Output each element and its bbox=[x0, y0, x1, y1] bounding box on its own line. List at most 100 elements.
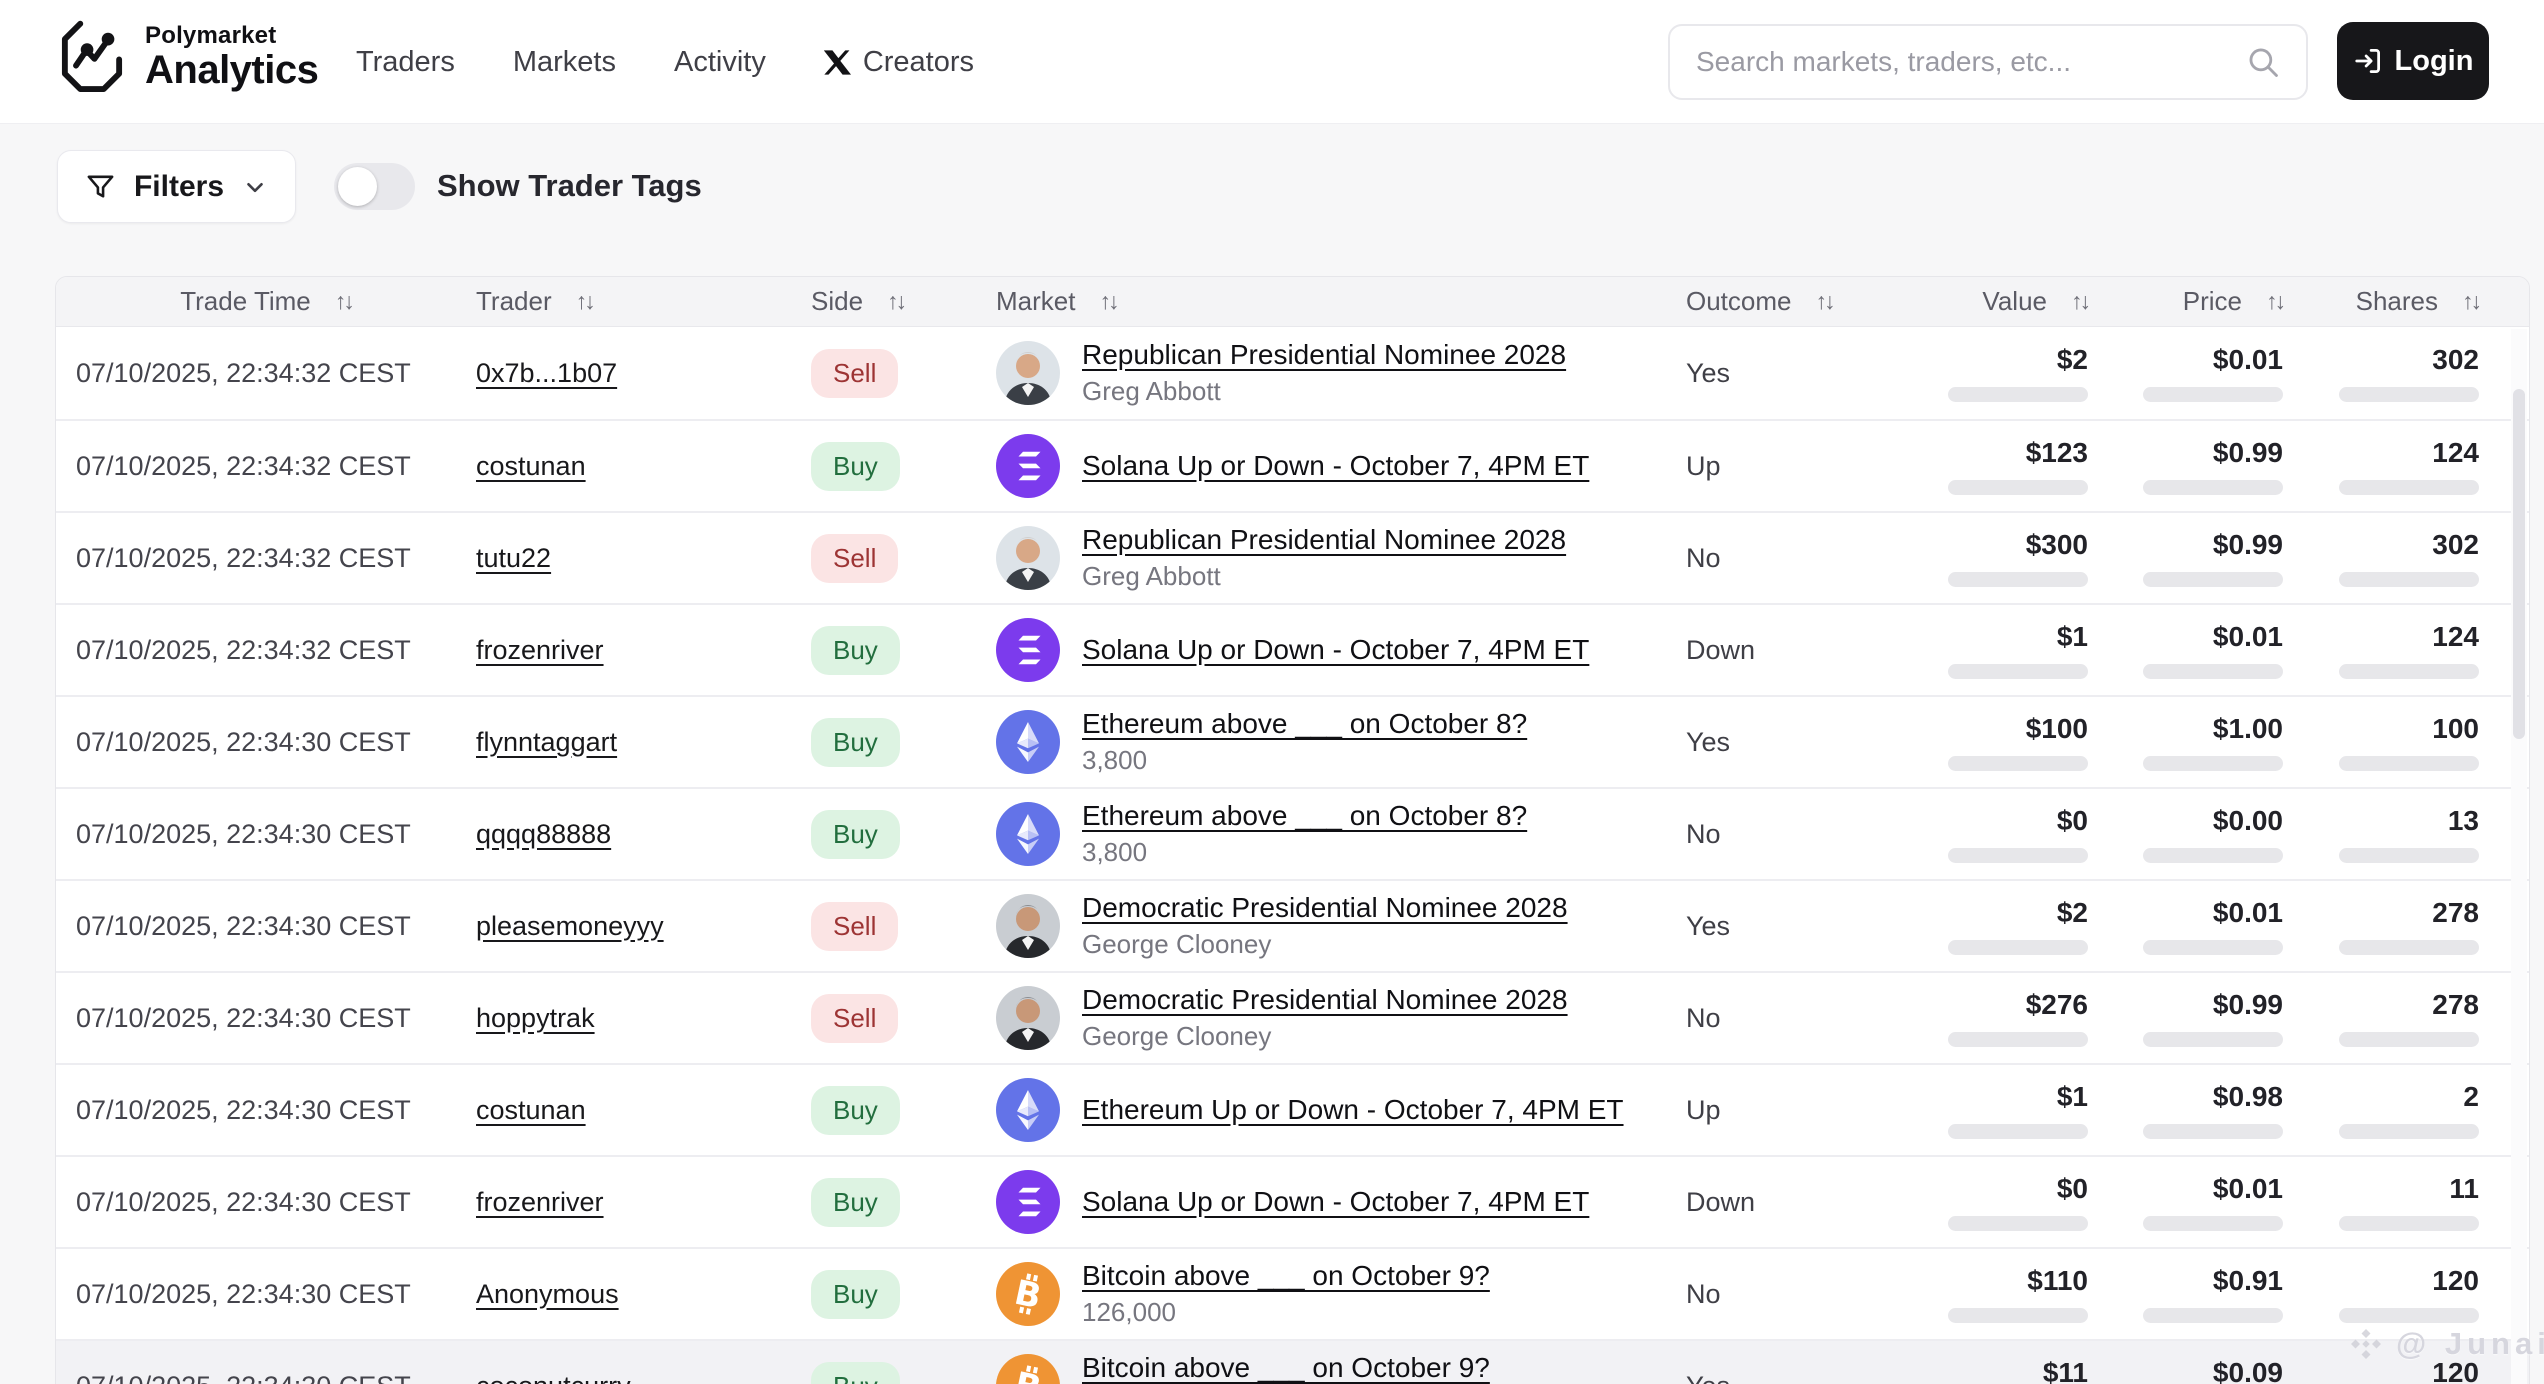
polymarket-analytics-logo[interactable]: Polymarket Analytics bbox=[55, 16, 319, 98]
side-badge: Sell bbox=[811, 533, 899, 583]
trader-link[interactable]: tutu22 bbox=[476, 543, 551, 573]
show-trader-tags-toggle[interactable] bbox=[334, 163, 415, 210]
sort-icon[interactable]: ↑↓ bbox=[335, 288, 355, 315]
trader-link[interactable]: pleasemoneyyy bbox=[476, 911, 664, 941]
sort-icon[interactable]: ↑↓ bbox=[1816, 288, 1836, 315]
login-button[interactable]: Login bbox=[2337, 22, 2489, 100]
market-link[interactable]: Bitcoin above ___ on October 9? bbox=[1082, 1260, 1490, 1292]
value-amount: $110 bbox=[2027, 1265, 2088, 1296]
column-header-price[interactable]: Price ↑↓ bbox=[2088, 286, 2286, 317]
table-header-row: Trade Time ↑↓ Trader ↑↓ Side ↑↓ Market ↑↓ Ou… bbox=[56, 277, 2529, 327]
outcome: Down bbox=[1686, 1186, 1756, 1217]
trader-link[interactable]: costunan bbox=[476, 1095, 586, 1125]
person-clooney-icon bbox=[996, 894, 1060, 958]
shares-bar bbox=[2339, 387, 2479, 402]
shares-amount: 278 bbox=[2432, 897, 2479, 928]
filters-button[interactable]: Filters bbox=[57, 150, 296, 223]
market-link[interactable]: Solana Up or Down - October 7, 4PM ET bbox=[1082, 634, 1589, 666]
filter-funnel-icon bbox=[87, 175, 114, 198]
column-header-trader[interactable]: Trader ↑↓ bbox=[476, 286, 811, 317]
logo-mark-icon bbox=[61, 20, 123, 92]
side-badge: Sell bbox=[811, 993, 899, 1043]
nav-traders[interactable]: Traders bbox=[356, 46, 455, 79]
trades-table: Trade Time ↑↓ Trader ↑↓ Side ↑↓ Market ↑↓ Ou… bbox=[55, 276, 2530, 1384]
x-twitter-icon bbox=[823, 49, 851, 76]
trader-link[interactable]: 0x7b...1b07 bbox=[476, 358, 617, 388]
column-header-outcome[interactable]: Outcome ↑↓ bbox=[1668, 286, 1918, 317]
column-header-value[interactable]: Value ↑↓ bbox=[1918, 286, 2091, 317]
market-link[interactable]: Democratic Presidential Nominee 2028 bbox=[1082, 984, 1568, 1016]
sort-icon[interactable]: ↑↓ bbox=[576, 288, 596, 315]
value-bar bbox=[1948, 664, 2088, 679]
value-bar bbox=[1948, 940, 2088, 955]
price-amount: $0.00 bbox=[2212, 805, 2283, 836]
value-amount: $0 bbox=[2056, 805, 2088, 836]
side-badge: Buy bbox=[811, 717, 900, 767]
table-row: 07/10/2025, 22:34:30 CEST qqqq88888 Buy … bbox=[56, 787, 2529, 879]
value-amount: $0 bbox=[2056, 1173, 2088, 1204]
price-bar bbox=[2143, 848, 2283, 863]
show-trader-tags-label: Show Trader Tags bbox=[437, 168, 702, 203]
trade-time: 07/10/2025, 22:34:30 CEST bbox=[76, 1002, 411, 1033]
column-header-side[interactable]: Side ↑↓ bbox=[811, 286, 996, 317]
trader-link[interactable]: flynntaggart bbox=[476, 727, 617, 757]
solana-icon bbox=[996, 434, 1060, 498]
price-amount: $0.91 bbox=[2212, 1265, 2283, 1296]
outcome: Yes bbox=[1686, 910, 1731, 941]
nav-activity[interactable]: Activity bbox=[674, 46, 766, 79]
price-amount: $0.01 bbox=[2212, 621, 2283, 652]
market-link[interactable]: Republican Presidential Nominee 2028 bbox=[1082, 524, 1566, 556]
market-link[interactable]: Solana Up or Down - October 7, 4PM ET bbox=[1082, 1186, 1589, 1218]
side-badge: Buy bbox=[811, 625, 900, 675]
search-icon[interactable] bbox=[2246, 45, 2280, 79]
trader-link[interactable]: coconutcurry bbox=[476, 1371, 631, 1384]
nav-markets[interactable]: Markets bbox=[513, 46, 616, 79]
trader-link[interactable]: frozenriver bbox=[476, 1187, 604, 1217]
table-row: 07/10/2025, 22:34:30 CEST costunan Buy E… bbox=[56, 1063, 2529, 1155]
price-amount: $0.01 bbox=[2212, 897, 2283, 928]
trade-time: 07/10/2025, 22:34:30 CEST bbox=[76, 1278, 411, 1309]
sort-icon[interactable]: ↑↓ bbox=[2266, 288, 2286, 315]
trader-link[interactable]: frozenriver bbox=[476, 635, 604, 665]
outcome: Yes bbox=[1668, 1371, 1918, 1384]
market-link[interactable]: Ethereum above ___ on October 8? bbox=[1082, 708, 1527, 740]
price-amount: $1.00 bbox=[2212, 713, 2283, 744]
shares-amount: 13 bbox=[2447, 805, 2479, 836]
scrollbar-thumb[interactable] bbox=[2513, 389, 2525, 739]
value-bar bbox=[1948, 1216, 2088, 1231]
price-amount: $0.01 bbox=[2212, 344, 2283, 375]
market-link[interactable]: Solana Up or Down - October 7, 4PM ET bbox=[1082, 450, 1589, 482]
trader-link[interactable]: hoppytrak bbox=[476, 1003, 595, 1033]
nav-creators[interactable]: Creators bbox=[823, 46, 974, 79]
market-link[interactable]: Ethereum above ___ on October 8? bbox=[1082, 800, 1527, 832]
market-link[interactable]: Democratic Presidential Nominee 2028 bbox=[1082, 892, 1568, 924]
price-amount: $0.99 bbox=[2212, 989, 2283, 1020]
table-row: 07/10/2025, 22:34:30 CEST pleasemoneyyy … bbox=[56, 879, 2529, 971]
outcome: Yes bbox=[1686, 357, 1731, 388]
login-arrow-icon bbox=[2354, 49, 2380, 73]
outcome: No bbox=[1686, 1278, 1721, 1309]
shares-bar bbox=[2339, 1308, 2479, 1323]
solana-icon bbox=[996, 1170, 1060, 1234]
search-input[interactable] bbox=[1696, 46, 2246, 78]
trader-link[interactable]: qqqq88888 bbox=[476, 819, 611, 849]
market-link[interactable]: Ethereum Up or Down - October 7, 4PM ET bbox=[1082, 1094, 1624, 1126]
sort-icon[interactable]: ↑↓ bbox=[887, 288, 907, 315]
column-header-trade-time[interactable]: Trade Time ↑↓ bbox=[56, 286, 476, 317]
table-row: 07/10/2025, 22:34:30 CEST hoppytrak Sell… bbox=[56, 971, 2529, 1063]
trader-link[interactable]: costunan bbox=[476, 451, 586, 481]
trader-link[interactable]: Anonymous bbox=[476, 1279, 619, 1309]
sort-icon[interactable]: ↑↓ bbox=[2462, 288, 2482, 315]
ethereum-icon bbox=[996, 802, 1060, 866]
sort-icon[interactable]: ↑↓ bbox=[1099, 288, 1119, 315]
column-header-market[interactable]: Market ↑↓ bbox=[996, 286, 1668, 317]
market-link[interactable]: Republican Presidential Nominee 2028 bbox=[1082, 339, 1566, 371]
ethereum-icon bbox=[996, 1078, 1060, 1142]
column-header-shares[interactable]: Shares ↑↓ bbox=[2283, 286, 2511, 317]
market-link[interactable]: Bitcoin above ___ on October 9? bbox=[1082, 1352, 1490, 1384]
value-bar bbox=[1948, 756, 2088, 771]
person-clooney-icon bbox=[996, 986, 1060, 1050]
table-scrollbar[interactable] bbox=[2511, 329, 2527, 1384]
price-bar bbox=[2143, 1124, 2283, 1139]
sort-icon[interactable]: ↑↓ bbox=[2071, 288, 2091, 315]
